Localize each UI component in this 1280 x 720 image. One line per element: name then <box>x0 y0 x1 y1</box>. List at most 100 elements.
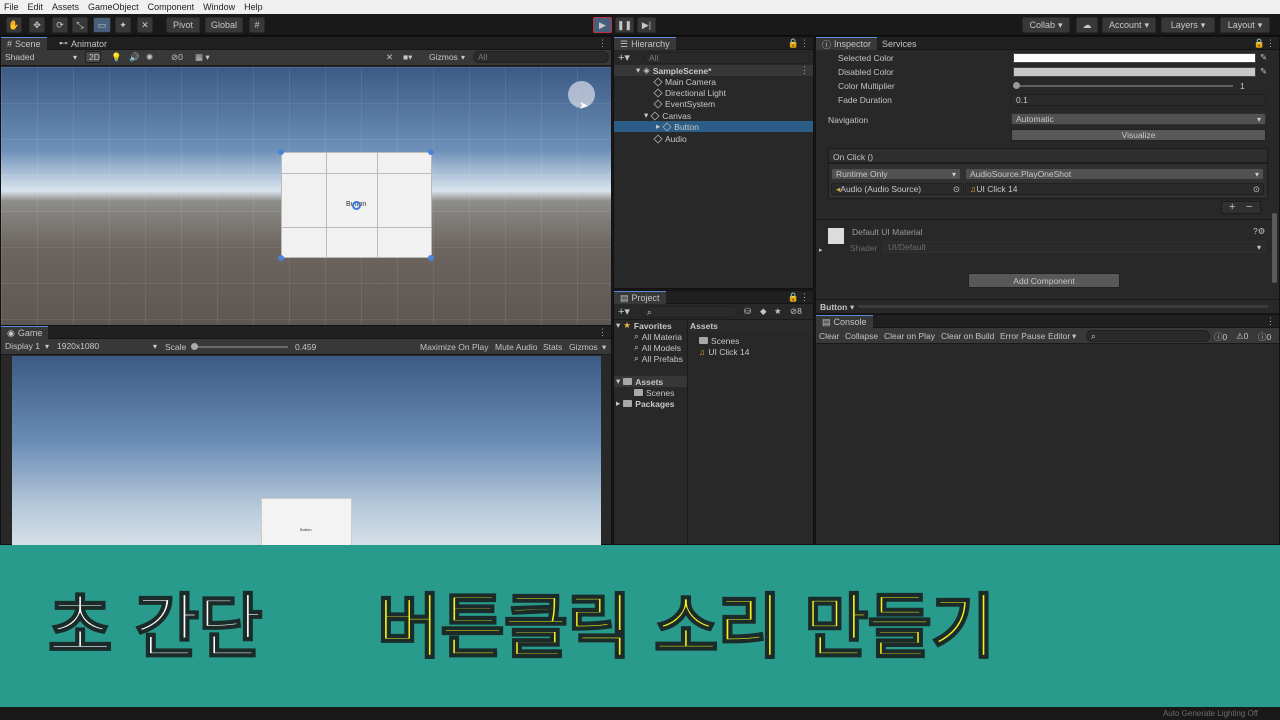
menu-help[interactable]: Help <box>244 2 263 12</box>
pivot-handle[interactable] <box>352 201 361 210</box>
move-tool-icon[interactable]: ✥ <box>29 17 45 33</box>
color-multiplier-input[interactable]: 1 <box>1236 80 1274 92</box>
scene-button-object[interactable]: Button <box>281 152 432 258</box>
grid-icon[interactable]: ▦ ▾ <box>195 52 210 63</box>
hidden-objects-icon[interactable]: ⊘0 <box>171 52 183 63</box>
inspector-menu-icon[interactable]: ⋮ <box>1266 38 1275 49</box>
console-search-input[interactable]: ⌕ <box>1086 330 1210 342</box>
remove-event-button[interactable]: − <box>1246 201 1252 213</box>
footer-chevron-icon[interactable]: ▾ <box>850 302 854 313</box>
fade-duration-input[interactable]: 0.1 <box>1011 94 1266 106</box>
lock-icon[interactable]: 🔒 <box>788 38 799 49</box>
assets-folder-item[interactable]: ▾ Assets <box>616 376 663 387</box>
resize-handle[interactable] <box>428 149 434 155</box>
scale-slider[interactable] <box>192 346 288 348</box>
scene-search-input[interactable]: All <box>473 51 609 63</box>
scene-viewport[interactable]: Button ➤ <box>1 67 611 325</box>
project-create-icon[interactable]: +▾ <box>618 305 630 318</box>
hierarchy-item[interactable]: Audio <box>653 133 687 144</box>
console-menu-icon[interactable]: ⋮ <box>1266 316 1275 327</box>
warning-count-toggle[interactable]: ⚠0 <box>1236 331 1248 342</box>
pause-button[interactable]: ❚❚ <box>615 17 634 33</box>
favorites-header[interactable]: ▾ ★ Favorites <box>616 320 672 331</box>
hierarchy-item[interactable]: Main Camera <box>653 76 716 87</box>
tab-console[interactable]: ▤ Console <box>816 315 873 328</box>
eyedropper-icon[interactable]: ✎ <box>1260 66 1267 77</box>
inspector-lock-icon[interactable]: 🔒 <box>1254 38 1265 49</box>
clear-button[interactable]: Clear <box>819 331 839 341</box>
error-pause-button[interactable]: Error Pause <box>1000 331 1045 341</box>
account-dropdown[interactable]: Account ▾ <box>1102 17 1156 33</box>
tab-hierarchy[interactable]: ☰ Hierarchy <box>614 37 676 50</box>
2d-toggle[interactable]: 2D <box>85 51 101 63</box>
disabled-color-swatch[interactable] <box>1013 67 1256 77</box>
rect-tool-icon[interactable]: ▭ <box>93 17 111 33</box>
resize-handle[interactable] <box>278 255 284 261</box>
transform-tool-icon[interactable]: ✦ <box>115 17 131 33</box>
favorites-item[interactable]: ⌕ All Models <box>634 342 681 353</box>
asset-item[interactable]: ♫ UI Click 14 <box>699 346 749 357</box>
game-viewport[interactable]: Button <box>12 356 601 546</box>
collapse-button[interactable]: Collapse <box>845 331 878 341</box>
color-multiplier-thumb[interactable] <box>1013 82 1020 89</box>
tab-inspector[interactable]: ⓘ Inspector <box>816 37 878 50</box>
scale-tool-icon[interactable]: ⤡ <box>72 17 88 33</box>
scene-gizmos-dropdown[interactable]: Gizmos <box>425 51 469 63</box>
tab-animator[interactable]: ⊷ Animator <box>53 37 113 50</box>
log-count-toggle[interactable]: ⓘ0 <box>1214 331 1227 343</box>
footer-label[interactable]: Button <box>820 302 847 312</box>
editor-chevron-icon[interactable]: ▾ <box>1072 331 1076 342</box>
resize-handle[interactable] <box>428 255 434 261</box>
add-event-button[interactable]: + <box>1229 201 1235 213</box>
filter-label-icon[interactable]: ◆ <box>760 306 767 317</box>
favorites-item[interactable]: ⌕ All Materia <box>634 331 682 342</box>
preview-splitter[interactable] <box>858 305 1268 308</box>
mute-audio-toggle[interactable]: Mute Audio <box>495 342 538 352</box>
resize-handle[interactable] <box>278 149 284 155</box>
object-picker-icon[interactable]: ⊙ <box>953 184 960 195</box>
menu-window[interactable]: Window <box>203 2 235 12</box>
shader-dropdown[interactable]: UI/Default <box>883 241 1266 253</box>
target-object-field[interactable]: ◂ Audio (Audio Source) ⊙ <box>831 183 964 195</box>
hierarchy-menu-icon[interactable]: ⋮ <box>800 38 809 49</box>
game-menu-icon[interactable]: ⋮ <box>598 327 607 338</box>
custom-tool-icon[interactable]: ✕ <box>137 17 153 33</box>
clip-object-field[interactable]: ♫ UI Click 14 ⊙ <box>965 183 1264 195</box>
scenes-folder-item[interactable]: Scenes <box>634 387 674 398</box>
tab-services[interactable]: Services <box>876 37 923 50</box>
scene-menu-icon[interactable]: ⋮ <box>598 38 607 49</box>
hierarchy-item-selected[interactable]: ▸ Button <box>656 121 699 132</box>
rotate-tool-icon[interactable]: ⟳ <box>52 17 68 33</box>
hidden-packages-icon[interactable]: ⊘8 <box>790 306 802 317</box>
editor-dropdown[interactable]: Editor <box>1048 331 1070 341</box>
tools-icon[interactable]: ✕ <box>386 52 393 63</box>
help-icon[interactable]: ?⚙ <box>1253 226 1265 237</box>
packages-folder-item[interactable]: ▸ Packages <box>616 398 675 409</box>
project-lock-icon[interactable]: 🔒 <box>788 292 799 303</box>
audio-icon[interactable]: 🔊 <box>129 52 140 63</box>
resolution-dropdown[interactable]: 1920x1080 <box>53 340 161 352</box>
maximize-on-play-toggle[interactable]: Maximize On Play <box>420 342 489 352</box>
project-menu-icon[interactable]: ⋮ <box>800 292 809 303</box>
clear-on-play-button[interactable]: Clear on Play <box>884 331 935 341</box>
visualize-button[interactable]: Visualize <box>1011 129 1266 141</box>
cloud-icon[interactable]: ☁ <box>1076 17 1098 33</box>
grid-snap-icon[interactable]: # <box>249 17 265 33</box>
stats-toggle[interactable]: Stats <box>543 342 562 352</box>
hierarchy-item[interactable]: ▾ Canvas <box>644 110 691 121</box>
menu-assets[interactable]: Assets <box>52 2 79 12</box>
game-button[interactable]: Button <box>261 498 352 546</box>
hand-tool-icon[interactable]: ✋ <box>6 17 22 33</box>
scale-slider-thumb[interactable] <box>191 343 198 350</box>
shading-dropdown[interactable]: Shaded <box>1 51 81 63</box>
layout-dropdown[interactable]: Layout ▾ <box>1220 17 1270 33</box>
menu-file[interactable]: File <box>4 2 19 12</box>
hierarchy-search-input[interactable]: All <box>644 52 810 64</box>
add-component-button[interactable]: Add Component <box>968 273 1120 288</box>
inspector-scrollbar[interactable] <box>1272 213 1277 283</box>
camera-icon[interactable]: ■▾ <box>403 52 412 63</box>
project-splitter[interactable] <box>687 320 688 545</box>
game-gizmos-chevron-icon[interactable]: ▾ <box>602 342 606 353</box>
clear-on-build-button[interactable]: Clear on Build <box>941 331 994 341</box>
collab-dropdown[interactable]: Collab ▾ <box>1022 17 1070 33</box>
